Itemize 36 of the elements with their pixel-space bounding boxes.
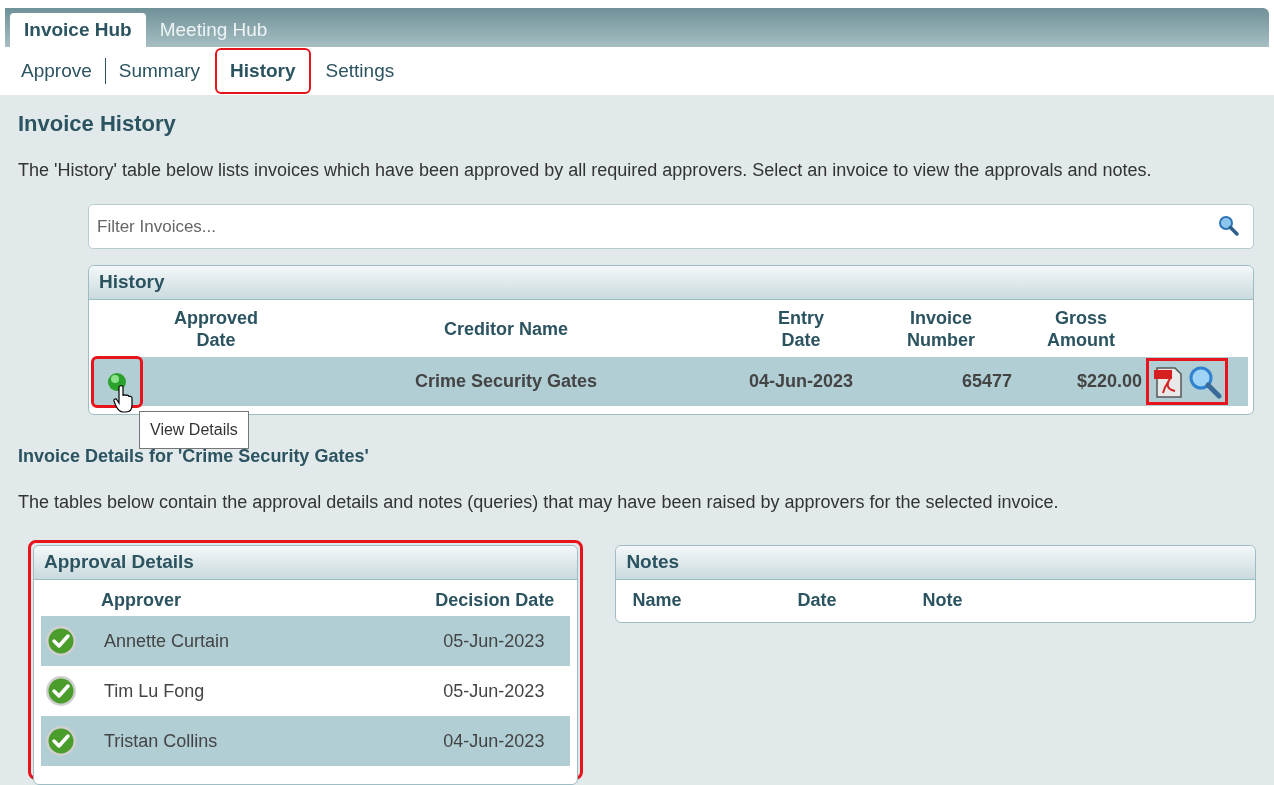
intro-text: The 'History' table below lists invoices which have been approved by all required approvers. Select an invoice to view the approvals and notes. <box>18 159 1153 182</box>
table-cell-text: Tristan Collins <box>103 729 218 753</box>
table-cell-text: 05-Jun-2023 <box>443 629 546 653</box>
hub-tab[interactable]: Invoice Hub <box>10 13 146 47</box>
pdf-icon[interactable] <box>1151 364 1185 399</box>
details-text: The tables below contain the approval details and notes (queries) that may have been raised by approvers for the selected invoice. <box>18 491 1060 514</box>
column-header: Approver <box>101 589 181 612</box>
column-header: Name <box>632 588 683 612</box>
nav-link[interactable]: Settings <box>312 48 408 94</box>
table-cell-text: Crime Security Gates <box>414 370 598 393</box>
table-cell-text: 04-Jun-2023 <box>443 729 546 753</box>
nav-link[interactable]: Approve <box>8 48 105 94</box>
panel-header: Approval Details <box>34 546 578 580</box>
column-header: Entry Date <box>778 306 824 351</box>
page-title: Invoice History <box>18 110 177 138</box>
table-cell-text: $220.00 <box>1076 370 1143 393</box>
column-header: Creditor Name <box>444 317 568 340</box>
table-cell-text: Annette Curtain <box>103 629 230 653</box>
column-header: Date <box>797 588 838 612</box>
tooltip: View Details <box>139 411 249 449</box>
table-cell-text: 04-Jun-2023 <box>748 370 854 393</box>
column-header: Note <box>922 588 964 612</box>
column-header: Gross Amount <box>1047 306 1115 351</box>
column-header: Invoice Number <box>907 306 975 351</box>
table-cell-text: 65477 <box>961 370 1013 393</box>
column-header: Approved Date <box>174 306 258 351</box>
panel-header: History <box>89 266 1253 300</box>
table-cell-text: Tim Lu Fong <box>103 679 205 703</box>
table-row[interactable]: Crime Security Gates 04-Jun-2023 65477 $220.00 <box>94 357 1248 406</box>
search-icon[interactable] <box>1218 215 1240 237</box>
column-header: Decision Date <box>435 589 556 612</box>
nav-link[interactable]: Summary <box>105 48 214 94</box>
table-cell-text: 05-Jun-2023 <box>443 679 546 703</box>
panel-header: Notes <box>616 546 1255 580</box>
filter-field[interactable]: Filter Invoices... <box>88 204 1254 249</box>
status-dot-icon[interactable] <box>107 371 127 392</box>
